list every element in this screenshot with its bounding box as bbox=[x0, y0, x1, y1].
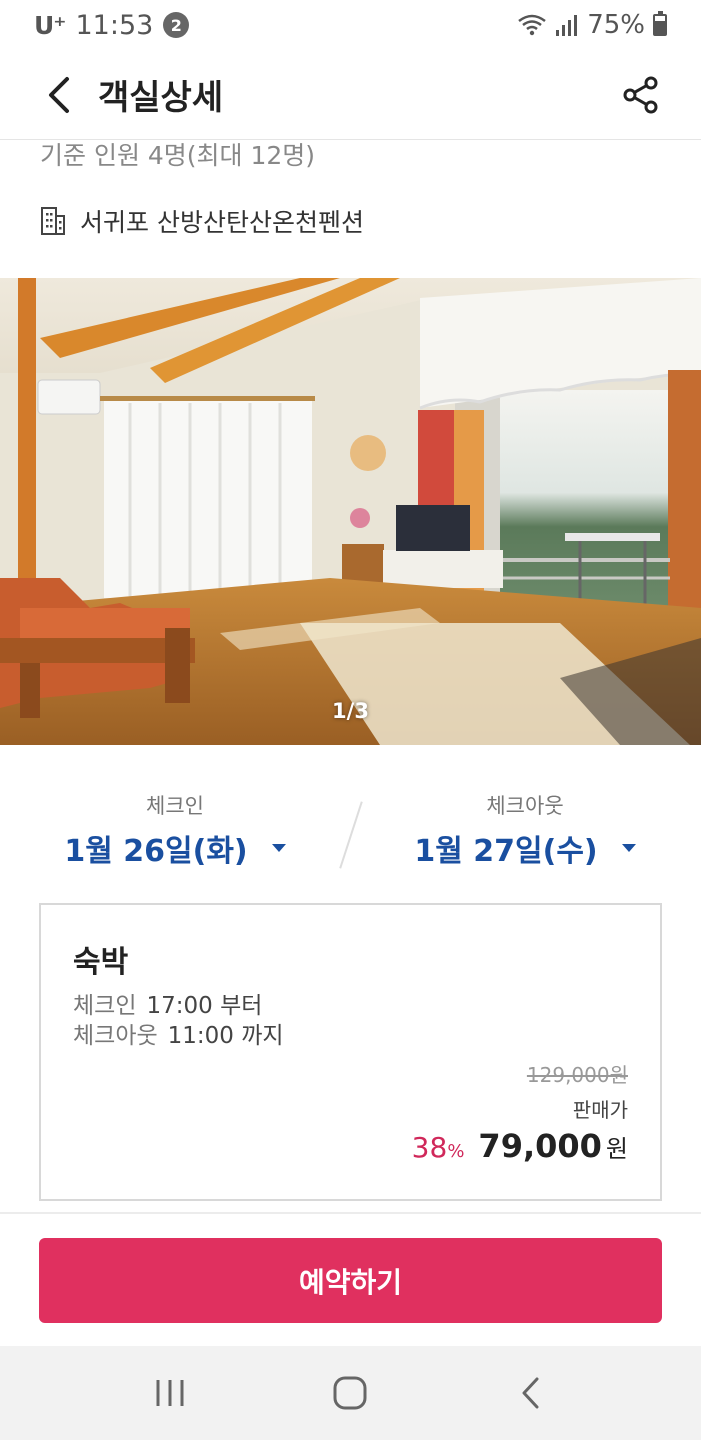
battery-icon bbox=[653, 11, 667, 36]
price-block: 129,000원 판매가 38 % 79,000 원 bbox=[412, 1059, 628, 1165]
chevron-left-icon bbox=[49, 76, 69, 113]
checkin-time-row: 체크인 17:00 부터 bbox=[73, 991, 284, 1021]
checkin-date-picker[interactable]: 체크인 1월 26일(화) bbox=[25, 790, 325, 870]
reserve-button[interactable]: 예약하기 bbox=[39, 1238, 662, 1323]
dropdown-caret-icon bbox=[271, 844, 286, 852]
signal-icon bbox=[556, 15, 578, 36]
checkin-label: 체크인 bbox=[146, 794, 204, 818]
currency-label: 원 bbox=[605, 1135, 628, 1163]
status-bar: U⁺ 11:53 2 75% bbox=[0, 0, 701, 50]
status-left: U⁺ 11:53 2 bbox=[34, 9, 190, 41]
back-icon bbox=[522, 1377, 539, 1409]
clock: 11:53 bbox=[75, 9, 154, 41]
discount-unit: % bbox=[447, 1141, 465, 1162]
recent-apps-button[interactable] bbox=[140, 1363, 200, 1423]
checkout-date: 1월 27일(수) bbox=[414, 834, 598, 869]
property-name: 서귀포 산방산탄산온천펜션 bbox=[80, 208, 364, 237]
date-divider bbox=[339, 801, 363, 869]
carrier-label: U⁺ bbox=[34, 10, 66, 40]
dropdown-caret-icon bbox=[621, 844, 636, 852]
recent-apps-icon bbox=[156, 1380, 184, 1406]
share-icon bbox=[623, 76, 658, 113]
share-button[interactable] bbox=[617, 71, 665, 119]
home-icon bbox=[333, 1376, 367, 1410]
stay-option-card[interactable]: 숙박 체크인 17:00 부터 체크아웃 11:00 까지 129,000원 판매가… bbox=[39, 903, 662, 1201]
checkin-date: 1월 26일(화) bbox=[64, 834, 248, 869]
battery-percent: 75% bbox=[587, 10, 645, 40]
back-button[interactable] bbox=[36, 71, 84, 119]
page-title: 객실상세 bbox=[98, 78, 224, 118]
checkout-label: 체크아웃 bbox=[486, 794, 564, 818]
stay-type-title: 숙박 bbox=[73, 945, 129, 980]
date-selector: 체크인 1월 26일(화) 체크아웃 1월 27일(수) bbox=[0, 790, 701, 870]
original-price: 129,000원 bbox=[526, 1063, 628, 1087]
sale-price-label: 판매가 bbox=[572, 1098, 628, 1122]
wifi-icon bbox=[518, 14, 546, 36]
checkin-time: 17:00 부터 bbox=[146, 993, 263, 1019]
price-row: 38 % 79,000 원 bbox=[412, 1127, 628, 1165]
system-nav-bar bbox=[0, 1346, 701, 1440]
stay-times: 체크인 17:00 부터 체크아웃 11:00 까지 bbox=[73, 991, 284, 1051]
checkout-time: 11:00 까지 bbox=[167, 1023, 284, 1049]
checkout-date-picker[interactable]: 체크아웃 1월 27일(수) bbox=[375, 790, 675, 870]
room-photo-carousel[interactable]: 1/3 bbox=[0, 278, 701, 745]
discount-rate: 38 bbox=[411, 1131, 448, 1164]
checkout-time-row: 체크아웃 11:00 까지 bbox=[73, 1021, 284, 1051]
system-back-button[interactable] bbox=[501, 1363, 561, 1423]
building-icon bbox=[41, 207, 65, 235]
final-price: 79,000 bbox=[478, 1127, 602, 1165]
divider bbox=[0, 1212, 701, 1214]
app-header: 객실상세 bbox=[0, 50, 701, 140]
home-button[interactable] bbox=[320, 1363, 380, 1423]
room-capacity: 기준 인원 4명(최대 12명) bbox=[40, 141, 316, 170]
property-row[interactable]: 서귀포 산방산탄산온천펜션 bbox=[40, 203, 364, 239]
checkout-time-label: 체크아웃 bbox=[73, 1023, 158, 1049]
checkin-time-label: 체크인 bbox=[73, 993, 137, 1019]
notification-badge: 2 bbox=[163, 12, 190, 38]
photo-counter: 1/3 bbox=[332, 699, 369, 723]
room-photo bbox=[0, 278, 701, 745]
status-right: 75% bbox=[517, 10, 667, 40]
